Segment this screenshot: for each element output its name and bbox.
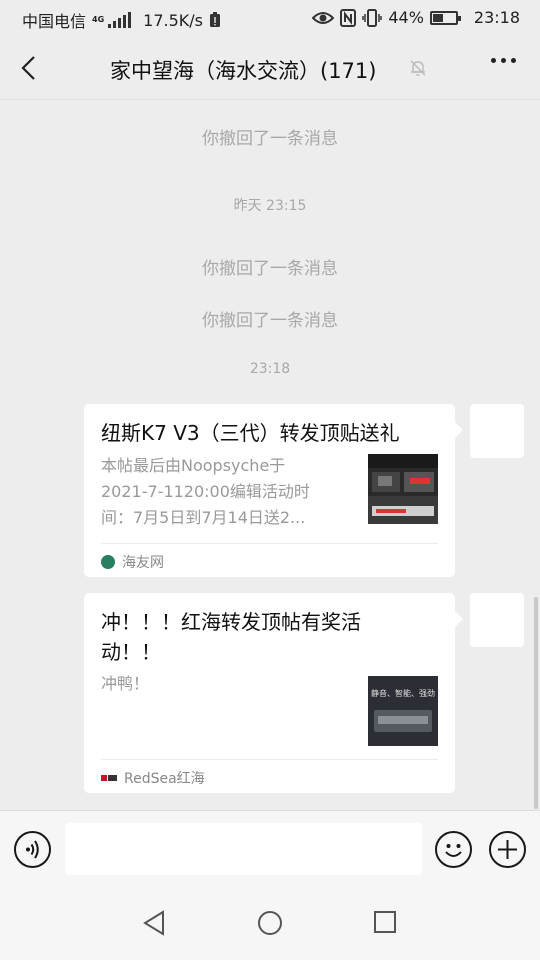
card-thumbnail: 静音、智能、强劲 bbox=[368, 676, 438, 746]
plus-icon bbox=[498, 840, 517, 859]
card-description-line: 间：7月5日到7月14日送2... bbox=[101, 508, 306, 527]
thumbnail-caption: 静音、智能、强劲 bbox=[371, 689, 435, 698]
source-logo-icon bbox=[101, 775, 117, 781]
mute-bell-icon bbox=[410, 60, 426, 76]
message-input[interactable] bbox=[65, 823, 422, 875]
carrier-label: 中国电信 bbox=[22, 12, 87, 31]
notification-icon bbox=[210, 12, 220, 27]
card-description-line: 2021-7-1120:00编辑活动时 bbox=[101, 482, 310, 501]
message-input-bar bbox=[0, 810, 540, 888]
card-description: 冲鸭！ bbox=[101, 674, 150, 693]
signal-icon bbox=[108, 12, 132, 28]
nav-home-icon[interactable] bbox=[257, 910, 283, 936]
shared-link-card[interactable]: 纽斯K7 V3（三代）转发顶贴送礼 本帖最后由Noopsyche于 2021-7… bbox=[84, 404, 463, 577]
voice-icon bbox=[26, 840, 39, 859]
card-description: 本帖最后由Noopsyche于 2021-7-1120:00编辑活动时 间：7月… bbox=[101, 453, 351, 531]
smiley-icon bbox=[445, 844, 462, 857]
eye-icon bbox=[312, 11, 335, 24]
battery-percent: 44% bbox=[388, 8, 424, 27]
chat-header: 家中望海（海水交流）(171) bbox=[0, 36, 540, 100]
card-divider bbox=[101, 543, 438, 544]
status-bar: 中国电信 4G 17.5K/s 44% 23:18 bbox=[0, 0, 540, 36]
card-title-line: 冲！！！红海转发顶帖有奖活 bbox=[101, 610, 361, 634]
card-source: RedSea红海 bbox=[101, 768, 205, 788]
nfc-icon bbox=[340, 8, 357, 27]
more-options-icon[interactable] bbox=[491, 58, 516, 63]
scrollbar[interactable] bbox=[534, 597, 538, 809]
system-navigation-bar bbox=[0, 888, 540, 960]
clock: 23:18 bbox=[473, 8, 520, 27]
recalled-message-notice: 你撤回了一条消息 bbox=[202, 311, 338, 331]
voice-input-button[interactable] bbox=[14, 831, 51, 868]
card-description-line: 本帖最后由Noopsyche于 bbox=[101, 456, 286, 475]
emoji-button[interactable] bbox=[435, 831, 472, 868]
source-logo-icon bbox=[101, 555, 115, 569]
message-timestamp: 23:18 bbox=[249, 361, 291, 377]
battery-icon bbox=[429, 10, 461, 25]
card-source: 海友网 bbox=[101, 552, 164, 572]
card-thumbnail bbox=[368, 454, 438, 524]
back-arrow-icon[interactable] bbox=[18, 54, 42, 82]
chat-title: 家中望海（海水交流）(171) bbox=[110, 59, 377, 83]
card-divider bbox=[101, 759, 438, 760]
card-title-line: 动！！ bbox=[101, 640, 161, 664]
vibrate-icon bbox=[362, 8, 383, 27]
recalled-message-notice: 你撤回了一条消息 bbox=[202, 129, 338, 149]
shared-link-card[interactable]: 冲！！！红海转发顶帖有奖活 动！！ 冲鸭！ 静音、智能、强劲 RedSea红海 bbox=[84, 593, 463, 793]
network-speed: 17.5K/s bbox=[143, 10, 203, 30]
nav-back-icon[interactable] bbox=[142, 910, 166, 936]
network-type-label: 4G bbox=[92, 15, 105, 24]
avatar[interactable] bbox=[470, 404, 524, 458]
avatar[interactable] bbox=[470, 593, 524, 647]
message-timestamp: 昨天 23:15 bbox=[233, 198, 307, 214]
card-title: 纽斯K7 V3（三代）转发顶贴送礼 bbox=[101, 421, 400, 445]
card-title: 冲！！！红海转发顶帖有奖活 动！！ bbox=[101, 607, 431, 667]
more-functions-button[interactable] bbox=[489, 831, 526, 868]
recalled-message-notice: 你撤回了一条消息 bbox=[202, 259, 338, 279]
card-source-name: RedSea红海 bbox=[124, 771, 205, 787]
card-source-name: 海友网 bbox=[122, 555, 164, 571]
nav-recents-icon[interactable] bbox=[373, 910, 397, 934]
